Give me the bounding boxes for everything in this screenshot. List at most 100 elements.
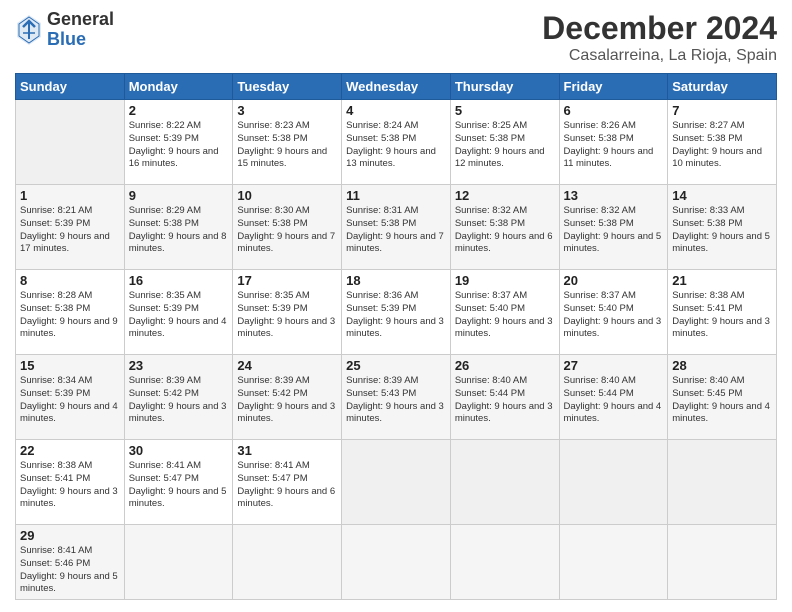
day-number: 6 bbox=[564, 103, 664, 118]
day-info: Sunrise: 8:33 AMSunset: 5:38 PMDaylight:… bbox=[672, 205, 772, 256]
day-info: Sunrise: 8:24 AMSunset: 5:38 PMDaylight:… bbox=[346, 120, 446, 171]
day-info: Sunrise: 8:27 AMSunset: 5:38 PMDaylight:… bbox=[672, 120, 772, 171]
day-number: 20 bbox=[564, 273, 664, 288]
day-info: Sunrise: 8:38 AMSunset: 5:41 PMDaylight:… bbox=[20, 460, 120, 511]
table-row: 9 Sunrise: 8:29 AMSunset: 5:38 PMDaylight… bbox=[124, 185, 233, 270]
day-info: Sunrise: 8:35 AMSunset: 5:39 PMDaylight:… bbox=[129, 290, 229, 341]
header-tuesday: Tuesday bbox=[233, 74, 342, 100]
day-number: 29 bbox=[20, 528, 120, 543]
day-number: 17 bbox=[237, 273, 337, 288]
table-row: 23 Sunrise: 8:39 AMSunset: 5:42 PMDayligh… bbox=[124, 355, 233, 440]
day-info: Sunrise: 8:41 AMSunset: 5:47 PMDaylight:… bbox=[237, 460, 337, 511]
day-number: 22 bbox=[20, 443, 120, 458]
calendar-table: Sunday Monday Tuesday Wednesday Thursday… bbox=[15, 73, 777, 600]
table-row: 3 Sunrise: 8:23 AMSunset: 5:38 PMDaylight… bbox=[233, 100, 342, 185]
day-info: Sunrise: 8:40 AMSunset: 5:44 PMDaylight:… bbox=[564, 375, 664, 426]
day-info: Sunrise: 8:29 AMSunset: 5:38 PMDaylight:… bbox=[129, 205, 229, 256]
day-info: Sunrise: 8:39 AMSunset: 5:42 PMDaylight:… bbox=[129, 375, 229, 426]
location-title: Casalarreina, La Rioja, Spain bbox=[542, 47, 777, 65]
table-row bbox=[342, 440, 451, 525]
table-row: 17Sunrise: 8:35 AMSunset: 5:39 PMDayligh… bbox=[233, 270, 342, 355]
day-info: Sunrise: 8:36 AMSunset: 5:39 PMDaylight:… bbox=[346, 290, 446, 341]
table-row bbox=[559, 525, 668, 600]
day-info: Sunrise: 8:41 AMSunset: 5:47 PMDaylight:… bbox=[129, 460, 229, 511]
day-info: Sunrise: 8:32 AMSunset: 5:38 PMDaylight:… bbox=[455, 205, 555, 256]
day-number: 14 bbox=[672, 188, 772, 203]
day-info: Sunrise: 8:40 AMSunset: 5:44 PMDaylight:… bbox=[455, 375, 555, 426]
header-saturday: Saturday bbox=[668, 74, 777, 100]
day-number: 15 bbox=[20, 358, 120, 373]
table-row: 1 Sunrise: 8:21 AMSunset: 5:39 PMDaylight… bbox=[16, 185, 125, 270]
day-number: 27 bbox=[564, 358, 664, 373]
day-number: 16 bbox=[129, 273, 229, 288]
calendar-page: General Blue December 2024 Casalarreina,… bbox=[0, 0, 792, 612]
day-number: 18 bbox=[346, 273, 446, 288]
day-number: 11 bbox=[346, 188, 446, 203]
day-number: 30 bbox=[129, 443, 229, 458]
month-title: December 2024 bbox=[542, 10, 777, 47]
page-header: General Blue December 2024 Casalarreina,… bbox=[15, 10, 777, 65]
day-info: Sunrise: 8:30 AMSunset: 5:38 PMDaylight:… bbox=[237, 205, 337, 256]
table-row: 25Sunrise: 8:39 AMSunset: 5:43 PMDayligh… bbox=[342, 355, 451, 440]
table-row: 13 Sunrise: 8:32 AMSunset: 5:38 PMDayligh… bbox=[559, 185, 668, 270]
table-row: 2 Sunrise: 8:22 AMSunset: 5:39 PMDaylight… bbox=[124, 100, 233, 185]
day-number: 26 bbox=[455, 358, 555, 373]
day-number: 10 bbox=[237, 188, 337, 203]
day-info: Sunrise: 8:34 AMSunset: 5:39 PMDaylight:… bbox=[20, 375, 120, 426]
table-row: 8Sunrise: 8:28 AMSunset: 5:38 PMDaylight… bbox=[16, 270, 125, 355]
day-number: 21 bbox=[672, 273, 772, 288]
day-number: 28 bbox=[672, 358, 772, 373]
day-info: Sunrise: 8:25 AMSunset: 5:38 PMDaylight:… bbox=[455, 120, 555, 171]
table-row: 14 Sunrise: 8:33 AMSunset: 5:38 PMDayligh… bbox=[668, 185, 777, 270]
table-row: 21 Sunrise: 8:38 AMSunset: 5:41 PMDayligh… bbox=[668, 270, 777, 355]
day-info: Sunrise: 8:37 AMSunset: 5:40 PMDaylight:… bbox=[455, 290, 555, 341]
day-info: Sunrise: 8:22 AMSunset: 5:39 PMDaylight:… bbox=[129, 120, 229, 171]
table-row: 6Sunrise: 8:26 AMSunset: 5:38 PMDaylight… bbox=[559, 100, 668, 185]
day-number: 31 bbox=[237, 443, 337, 458]
table-row bbox=[124, 525, 233, 600]
table-row: 24 Sunrise: 8:39 AMSunset: 5:42 PMDayligh… bbox=[233, 355, 342, 440]
table-row bbox=[16, 100, 125, 185]
logo-icon bbox=[15, 13, 43, 47]
calendar-header-row: Sunday Monday Tuesday Wednesday Thursday… bbox=[16, 74, 777, 100]
day-number: 3 bbox=[237, 103, 337, 118]
title-block: December 2024 Casalarreina, La Rioja, Sp… bbox=[542, 10, 777, 65]
day-number: 4 bbox=[346, 103, 446, 118]
table-row bbox=[450, 525, 559, 600]
day-number: 9 bbox=[129, 188, 229, 203]
day-info: Sunrise: 8:23 AMSunset: 5:38 PMDaylight:… bbox=[237, 120, 337, 171]
day-info: Sunrise: 8:38 AMSunset: 5:41 PMDaylight:… bbox=[672, 290, 772, 341]
table-row: 5Sunrise: 8:25 AMSunset: 5:38 PMDaylight… bbox=[450, 100, 559, 185]
table-row: 20Sunrise: 8:37 AMSunset: 5:40 PMDayligh… bbox=[559, 270, 668, 355]
day-info: Sunrise: 8:21 AMSunset: 5:39 PMDaylight:… bbox=[20, 205, 120, 256]
header-thursday: Thursday bbox=[450, 74, 559, 100]
day-number: 12 bbox=[455, 188, 555, 203]
table-row bbox=[668, 525, 777, 600]
logo-general: General bbox=[47, 10, 114, 30]
table-row: 16 Sunrise: 8:35 AMSunset: 5:39 PMDayligh… bbox=[124, 270, 233, 355]
day-info: Sunrise: 8:32 AMSunset: 5:38 PMDaylight:… bbox=[564, 205, 664, 256]
day-info: Sunrise: 8:39 AMSunset: 5:42 PMDaylight:… bbox=[237, 375, 337, 426]
header-sunday: Sunday bbox=[16, 74, 125, 100]
logo-text: General Blue bbox=[47, 10, 114, 50]
logo-blue: Blue bbox=[47, 30, 114, 50]
day-info: Sunrise: 8:28 AMSunset: 5:38 PMDaylight:… bbox=[20, 290, 120, 341]
table-row: 18 Sunrise: 8:36 AMSunset: 5:39 PMDayligh… bbox=[342, 270, 451, 355]
table-row: 15 Sunrise: 8:34 AMSunset: 5:39 PMDayligh… bbox=[16, 355, 125, 440]
day-info: Sunrise: 8:39 AMSunset: 5:43 PMDaylight:… bbox=[346, 375, 446, 426]
table-row: 30 Sunrise: 8:41 AMSunset: 5:47 PMDayligh… bbox=[124, 440, 233, 525]
table-row: 12 Sunrise: 8:32 AMSunset: 5:38 PMDayligh… bbox=[450, 185, 559, 270]
header-wednesday: Wednesday bbox=[342, 74, 451, 100]
day-number: 13 bbox=[564, 188, 664, 203]
table-row: 11Sunrise: 8:31 AMSunset: 5:38 PMDayligh… bbox=[342, 185, 451, 270]
logo: General Blue bbox=[15, 10, 114, 50]
day-number: 2 bbox=[129, 103, 229, 118]
table-row: 7Sunrise: 8:27 AMSunset: 5:38 PMDaylight… bbox=[668, 100, 777, 185]
day-number: 24 bbox=[237, 358, 337, 373]
day-number: 1 bbox=[20, 188, 120, 203]
day-number: 19 bbox=[455, 273, 555, 288]
day-info: Sunrise: 8:40 AMSunset: 5:45 PMDaylight:… bbox=[672, 375, 772, 426]
table-row: 22 Sunrise: 8:38 AMSunset: 5:41 PMDayligh… bbox=[16, 440, 125, 525]
header-monday: Monday bbox=[124, 74, 233, 100]
day-number: 23 bbox=[129, 358, 229, 373]
